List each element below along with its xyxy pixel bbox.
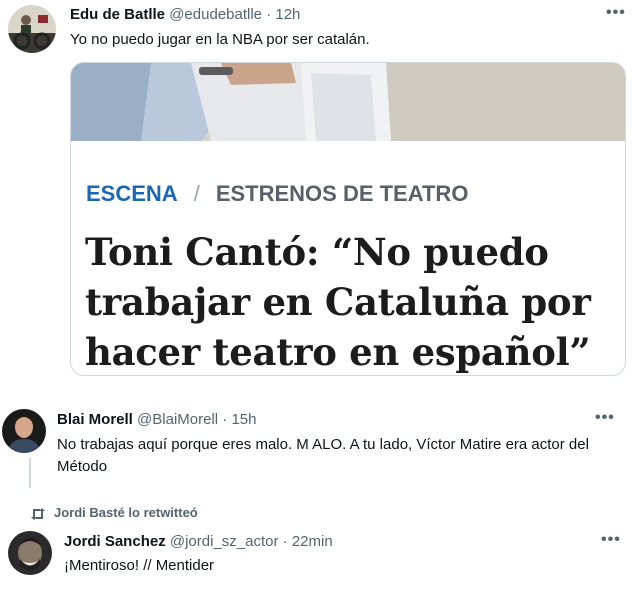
username[interactable]: @BlaiMorell — [137, 411, 218, 428]
section-separator: / — [193, 181, 200, 206]
retweet-label[interactable]: Jordi Basté lo retwitteó — [54, 505, 198, 520]
timestamp[interactable]: · 15h — [222, 411, 256, 428]
display-name[interactable]: Jordi Sanchez — [64, 533, 166, 550]
retweet-icon — [31, 507, 45, 520]
tweet-header: Blai Morell @BlaiMorell · 15h — [57, 411, 257, 428]
timestamp[interactable]: · 22min — [283, 533, 333, 550]
tweet-text: No trabajas aquí porque eres malo. M ALO… — [57, 436, 589, 475]
avatar[interactable] — [2, 409, 46, 453]
card-image — [71, 63, 625, 141]
username[interactable]: @jordi_sz_actor — [170, 533, 279, 550]
more-icon[interactable]: ••• — [595, 409, 615, 427]
display-name[interactable]: Blai Morell — [57, 411, 133, 428]
tweet-text: ¡Mentiroso! // Mentider — [64, 557, 215, 574]
link-card[interactable]: ESCENA / ESTRENOS DE TEATRO Toni Cantó: “N… — [70, 62, 626, 376]
thread-connector — [29, 458, 31, 488]
section-label: ESCENA — [86, 181, 178, 206]
tweet-header: Jordi Sanchez @jordi_sz_actor · 22min — [64, 533, 333, 550]
retweet-indicator: Jordi Basté lo retwitteó — [30, 505, 198, 521]
more-icon[interactable]: ••• — [601, 531, 621, 549]
timestamp[interactable]: · 12h — [266, 6, 300, 23]
tweet-header: Edu de Batlle @edudebatlle · 12h — [70, 6, 300, 23]
username[interactable]: @edudebatlle — [169, 6, 262, 23]
subsection-label: ESTRENOS DE TEATRO — [215, 181, 469, 206]
tweet-text: Yo no puedo jugar en la NBA por ser cata… — [70, 31, 370, 48]
card-section-breadcrumb: ESCENA / ESTRENOS DE TEATRO — [86, 181, 468, 207]
card-headline: Toni Cantó: “No puedo trabajar en Catalu… — [85, 230, 591, 374]
display-name[interactable]: Edu de Batlle — [70, 6, 165, 23]
avatar[interactable] — [8, 5, 56, 53]
avatar[interactable] — [8, 531, 52, 575]
more-icon[interactable]: ••• — [606, 4, 626, 22]
